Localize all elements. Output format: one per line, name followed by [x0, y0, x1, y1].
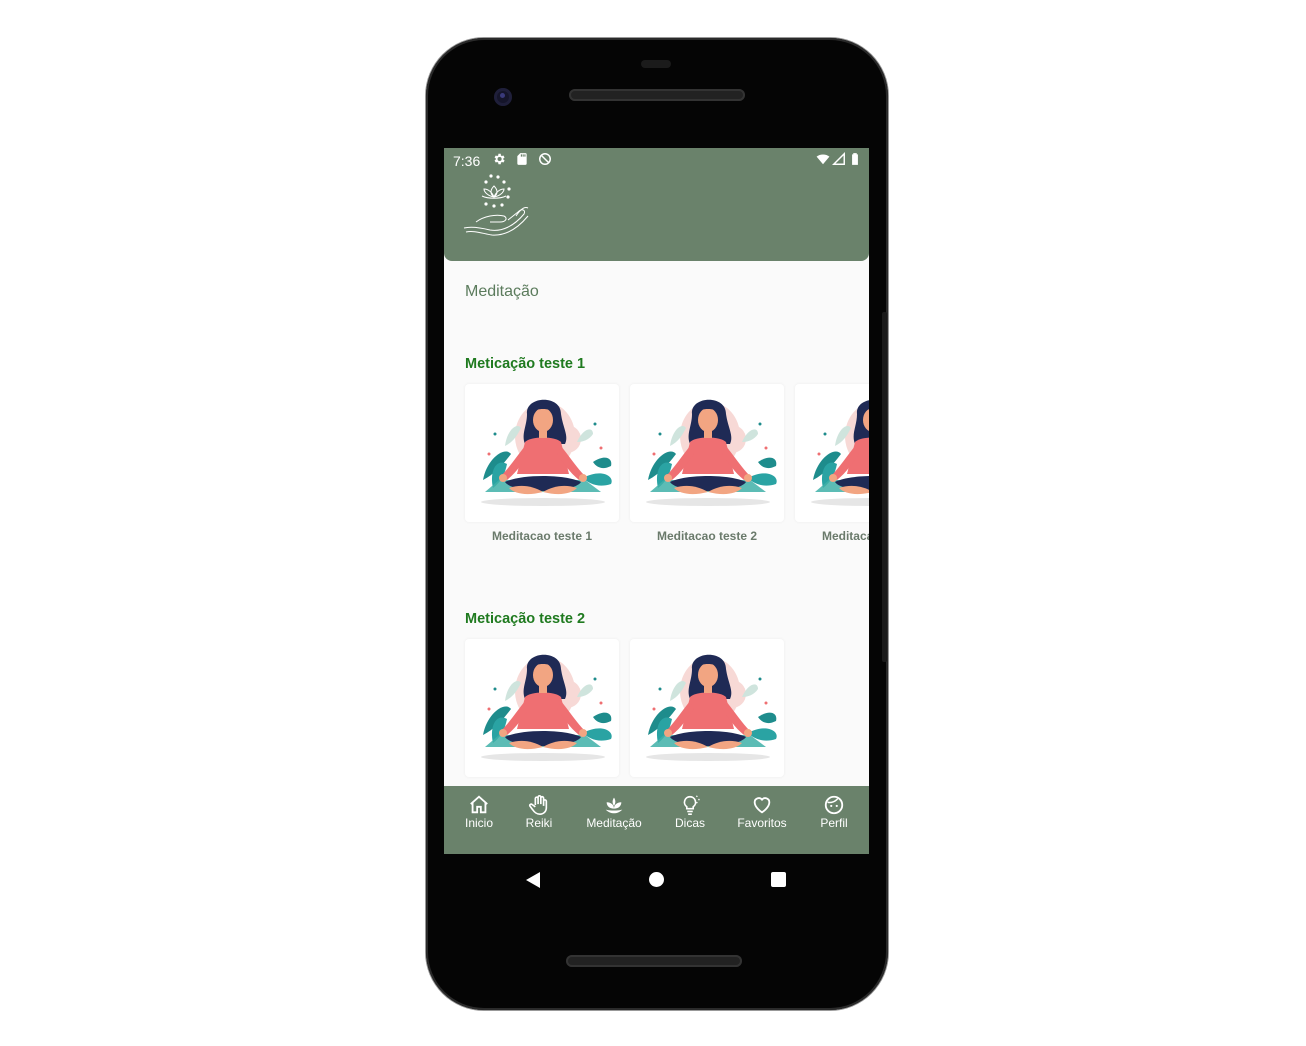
app-screen: 7:36 Meditação Meticação teste 1 Meditac…: [444, 148, 869, 854]
nav-item-perfil[interactable]: Perfil: [816, 794, 852, 830]
bottom-navigation: Inicio Reiki Meditação Dicas Favoritos P…: [444, 786, 869, 854]
status-time: 7:36: [453, 153, 481, 169]
woman-meditating-illustration: [646, 654, 777, 761]
meditation-card[interactable]: [630, 384, 784, 522]
phone-side-button: [882, 312, 887, 662]
meditation-card[interactable]: [795, 384, 869, 522]
nav-label: Meditação: [586, 816, 642, 830]
phone-sensor: [641, 60, 671, 68]
nav-label: Reiki: [525, 816, 553, 830]
nav-item-dicas[interactable]: Dicas: [670, 794, 710, 830]
wifi-icon: [816, 154, 830, 165]
nav-item-reiki[interactable]: Reiki: [522, 794, 556, 830]
woman-meditating-illustration: [481, 399, 612, 506]
lotus-hand-icon: [463, 174, 529, 236]
phone-speaker-top: [569, 89, 745, 101]
recent-apps-icon[interactable]: [771, 872, 786, 887]
heart-icon: [753, 797, 771, 814]
front-camera: [494, 88, 512, 106]
nav-item-favoritos[interactable]: Favoritos: [734, 794, 790, 830]
section-title: Meticação teste 2: [465, 611, 586, 627]
home-icon: [470, 795, 488, 814]
hand-icon: [529, 795, 548, 815]
system-navigation-bar: [444, 854, 869, 904]
nav-label: Dicas: [674, 816, 705, 830]
gear-icon: [494, 153, 505, 165]
page-title: Meditação: [465, 283, 539, 300]
card-label[interactable]: Meditacao teste 3: [795, 529, 869, 543]
no-data-icon: [539, 153, 551, 165]
woman-meditating-illustration: [646, 399, 777, 506]
meditation-card[interactable]: [465, 384, 619, 522]
card-label[interactable]: Meditacao teste 2: [630, 529, 784, 543]
app-header: 7:36: [444, 148, 869, 261]
sd-card-icon: [517, 153, 527, 165]
card-label[interactable]: Meditacao teste 1: [465, 529, 619, 543]
nav-label: Inicio: [464, 816, 493, 830]
status-bar: 7:36: [444, 148, 869, 172]
lotus-icon: [605, 797, 623, 814]
battery-icon: [852, 153, 858, 165]
back-icon[interactable]: [526, 872, 540, 888]
face-icon: [824, 795, 844, 815]
woman-meditating-illustration: [811, 399, 869, 506]
nav-item-inicio[interactable]: Inicio: [460, 794, 498, 830]
nav-item-meditacao[interactable]: Meditação: [582, 794, 646, 830]
nav-label: Perfil: [820, 816, 848, 830]
woman-meditating-illustration: [481, 654, 612, 761]
meditation-card[interactable]: [630, 639, 784, 777]
home-circle-icon[interactable]: [649, 872, 664, 887]
meditation-card[interactable]: [465, 639, 619, 777]
signal-icon: [832, 152, 845, 165]
section-title: Meticação teste 1: [465, 356, 586, 372]
lightbulb-icon: [683, 795, 700, 815]
phone-speaker-bottom: [566, 955, 742, 967]
nav-label: Favoritos: [737, 816, 787, 830]
